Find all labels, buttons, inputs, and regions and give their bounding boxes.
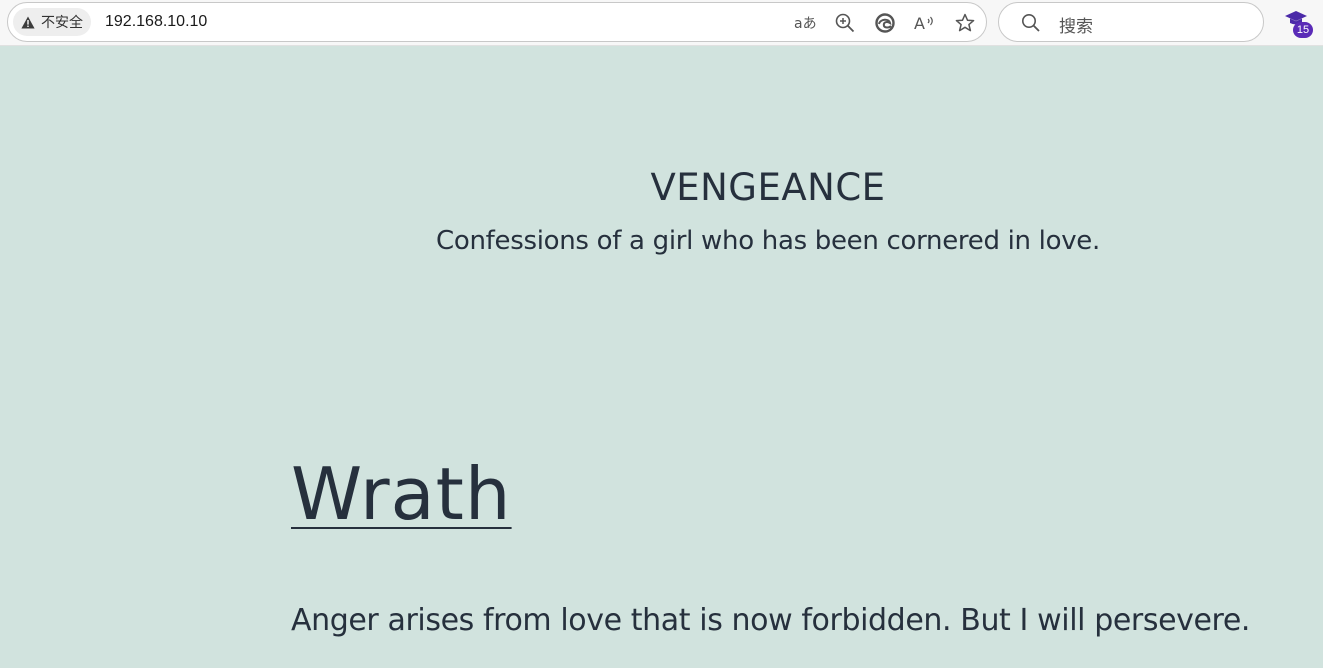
post-title: Wrath [291,458,512,530]
site-subtitle: Confessions of a girl who has been corne… [436,226,1100,256]
address-bar[interactable]: 不安全 192.168.10.10 aあ A [7,2,987,42]
security-indicator[interactable]: 不安全 [13,8,91,36]
post-title-link[interactable]: Wrath [291,452,512,536]
extension-button[interactable]: 15 [1284,9,1314,39]
edge-copilot-icon[interactable] [874,12,896,34]
favorite-star-icon[interactable] [954,12,976,34]
search-icon [1021,13,1041,37]
extension-badge: 15 [1293,22,1313,38]
post-excerpt: Anger arises from love that is now forbi… [291,603,1251,638]
svg-text:aあ: aあ [794,16,816,31]
zoom-in-icon[interactable] [834,12,856,34]
site-title[interactable]: VENGEANCE [0,166,1323,209]
read-aloud-icon[interactable]: A [914,12,936,34]
page-content: VENGEANCE Confessions of a girl who has … [0,46,1323,668]
svg-text:A: A [914,14,925,33]
search-placeholder: 搜索 [1059,17,1093,37]
browser-toolbar: 不安全 192.168.10.10 aあ A 搜索 15 [0,0,1323,46]
url-text[interactable]: 192.168.10.10 [105,13,207,31]
security-label: 不安全 [41,15,83,31]
warning-icon [21,16,35,29]
search-box[interactable]: 搜索 [998,2,1264,42]
read-aloud-translate-icon[interactable]: aあ [794,12,816,34]
